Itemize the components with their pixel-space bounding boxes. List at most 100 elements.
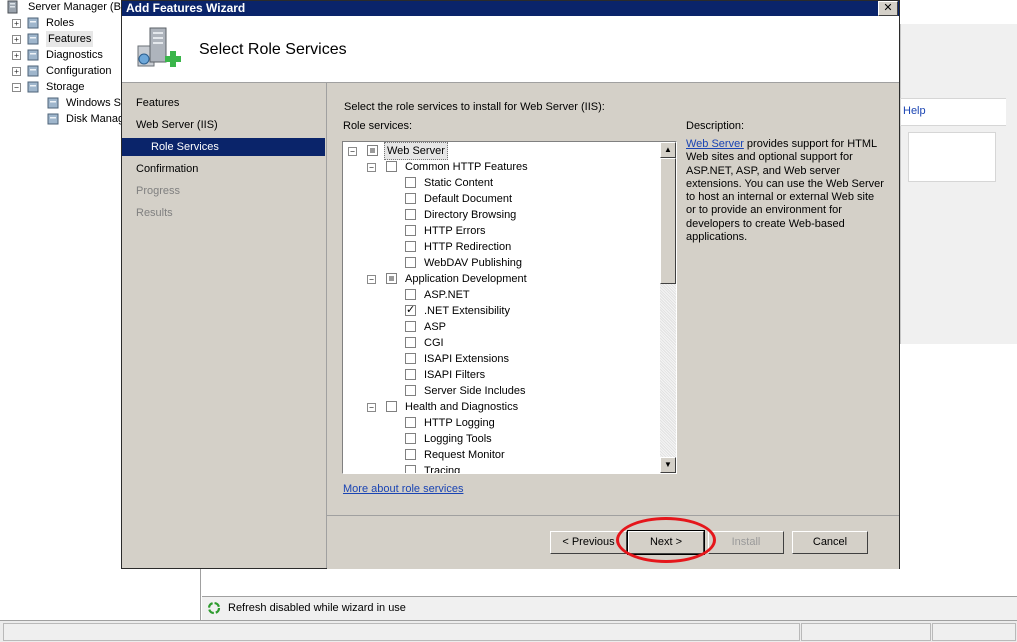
role-service-row[interactable]: CGI — [343, 335, 659, 351]
wizard-title-bar[interactable]: Add Features Wizard ✕ — [122, 1, 899, 16]
role-services-tree[interactable]: − Web Server − Common HTTP Features Static C… — [342, 141, 677, 474]
nav-item-confirmation[interactable]: Confirmation — [136, 160, 198, 178]
collapse-icon[interactable]: − — [348, 147, 357, 156]
role-service-row[interactable]: Tracing — [343, 463, 659, 473]
scroll-down-button[interactable]: ▼ — [660, 457, 676, 473]
web-server-link[interactable]: Web Server — [686, 138, 744, 150]
role-service-row[interactable]: − Health and Diagnostics — [343, 399, 659, 415]
role-service-row[interactable]: Default Document — [343, 191, 659, 207]
role-service-label: HTTP Redirection — [424, 241, 512, 253]
cancel-button[interactable]: Cancel — [792, 531, 868, 554]
expand-icon[interactable]: + — [12, 67, 21, 76]
role-service-checkbox[interactable] — [405, 177, 416, 188]
role-service-checkbox[interactable] — [405, 449, 416, 460]
diagnostics-icon — [27, 49, 39, 61]
nav-item-features[interactable]: Features — [136, 94, 179, 112]
status-bar: Refresh disabled while wizard in use — [202, 596, 1017, 621]
role-service-label: WebDAV Publishing — [424, 257, 523, 269]
role-service-label: Application Development — [405, 273, 527, 285]
role-service-row[interactable]: Request Monitor — [343, 447, 659, 463]
role-service-checkbox[interactable] — [405, 289, 416, 300]
actions-panel — [900, 24, 1017, 344]
nav-item-progress: Progress — [136, 185, 181, 197]
role-service-row[interactable]: − Web Server — [343, 142, 659, 160]
role-service-row[interactable]: Logging Tools — [343, 431, 659, 447]
collapse-icon[interactable]: − — [367, 163, 376, 172]
role-service-label: Common HTTP Features — [405, 161, 528, 173]
role-service-row[interactable]: Directory Browsing — [343, 207, 659, 223]
nav-item-results: Results — [136, 207, 173, 219]
role-service-row[interactable]: .NET Extensibility — [343, 303, 659, 319]
role-service-label: Health and Diagnostics — [405, 401, 519, 413]
role-service-checkbox[interactable] — [405, 305, 416, 316]
role-service-checkbox[interactable] — [405, 337, 416, 348]
roles-icon — [27, 17, 39, 29]
role-service-row[interactable]: − Application Development — [343, 271, 659, 287]
status-cell-3 — [932, 623, 1016, 641]
role-service-checkbox[interactable] — [405, 417, 416, 428]
role-service-row[interactable]: HTTP Redirection — [343, 239, 659, 255]
nav-item-web-server[interactable]: Web Server (IIS) — [136, 116, 218, 134]
role-service-checkbox[interactable] — [405, 369, 416, 380]
description-body: provides support for HTML Web sites and … — [686, 138, 884, 244]
disk-management-icon — [47, 113, 59, 125]
add-features-icon — [137, 27, 181, 67]
install-button: Install — [708, 531, 784, 554]
tree-item-label: Roles — [46, 17, 75, 29]
role-service-checkbox[interactable] — [405, 225, 416, 236]
role-service-checkbox[interactable] — [405, 465, 416, 473]
role-service-row[interactable]: Server Side Includes — [343, 383, 659, 399]
wizard-nav: Features Web Server (IIS) Role Services … — [122, 83, 327, 568]
help-body — [908, 132, 996, 182]
role-service-checkbox[interactable] — [405, 241, 416, 252]
role-service-label: CGI — [424, 337, 444, 349]
next-button[interactable]: Next > — [627, 530, 705, 555]
role-service-label: ISAPI Extensions — [424, 353, 509, 365]
role-service-label: Static Content — [424, 177, 494, 189]
expand-icon[interactable]: + — [12, 19, 21, 28]
role-service-label: ISAPI Filters — [424, 369, 486, 381]
role-services-scrollbar[interactable]: ▲ ▼ — [660, 142, 676, 473]
role-service-checkbox[interactable] — [386, 401, 397, 412]
tree-item-label: Features — [46, 31, 94, 47]
role-service-checkbox[interactable] — [405, 385, 416, 396]
expand-icon[interactable]: + — [12, 51, 21, 60]
role-service-checkbox[interactable] — [386, 161, 397, 172]
expand-icon[interactable]: + — [12, 35, 21, 44]
help-link[interactable]: Help — [903, 105, 926, 117]
role-service-checkbox[interactable] — [405, 257, 416, 268]
tree-item-label: Diagnostics — [46, 49, 103, 61]
collapse-icon[interactable]: − — [367, 403, 376, 412]
scroll-thumb[interactable] — [660, 158, 676, 284]
more-about-role-services-link[interactable]: More about role services — [343, 483, 463, 495]
help-link-box[interactable]: Help — [900, 98, 1006, 126]
role-service-row[interactable]: − Common HTTP Features — [343, 159, 659, 175]
scroll-up-button[interactable]: ▲ — [660, 142, 676, 158]
role-service-row[interactable]: ISAPI Filters — [343, 367, 659, 383]
role-service-checkbox[interactable] — [405, 193, 416, 204]
role-service-row[interactable]: HTTP Errors — [343, 223, 659, 239]
role-service-checkbox[interactable] — [405, 209, 416, 220]
role-service-label: HTTP Errors — [424, 225, 486, 237]
features-icon — [27, 33, 39, 45]
role-service-row[interactable]: HTTP Logging — [343, 415, 659, 431]
nav-item-role-services-label: Role Services — [151, 141, 219, 153]
role-service-row[interactable]: WebDAV Publishing — [343, 255, 659, 271]
role-service-checkbox[interactable] — [405, 321, 416, 332]
role-service-row[interactable]: ASP.NET — [343, 287, 659, 303]
wizard-header: Select Role Services — [122, 16, 899, 83]
role-service-checkbox[interactable] — [386, 273, 397, 284]
status-cell-2 — [801, 623, 931, 641]
wizard-button-bar: < Previous Next > Install Cancel — [327, 515, 899, 569]
expand-icon[interactable]: − — [12, 83, 21, 92]
collapse-icon[interactable]: − — [367, 275, 376, 284]
previous-button[interactable]: < Previous — [550, 531, 627, 554]
role-service-checkbox[interactable] — [405, 433, 416, 444]
close-button[interactable]: ✕ — [878, 1, 898, 16]
role-service-row[interactable]: ASP — [343, 319, 659, 335]
role-service-row[interactable]: Static Content — [343, 175, 659, 191]
role-service-checkbox[interactable] — [405, 353, 416, 364]
role-service-label: Server Side Includes — [424, 385, 526, 397]
role-service-checkbox[interactable] — [367, 145, 378, 156]
role-service-row[interactable]: ISAPI Extensions — [343, 351, 659, 367]
